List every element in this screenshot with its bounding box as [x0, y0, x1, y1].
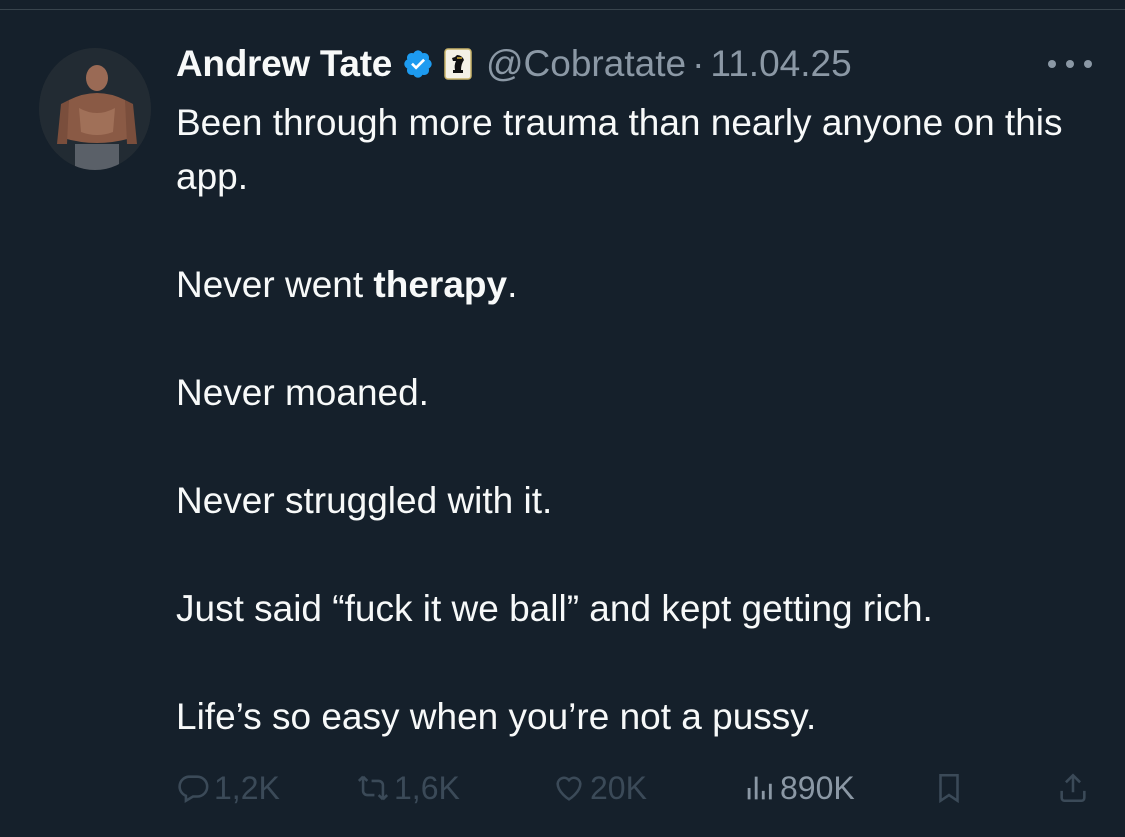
retweet-count: 1,6K	[394, 769, 460, 806]
tweet-line: Never went therapy.	[176, 264, 518, 305]
share-icon	[1056, 771, 1090, 805]
like-count: 20K	[590, 769, 647, 806]
avatar[interactable]	[39, 48, 151, 170]
tweet-line: Never moaned.	[176, 372, 429, 413]
views-button[interactable]: 890K	[742, 760, 855, 816]
tweet-timestamp[interactable]: 11.04.25	[710, 43, 851, 85]
tweet-header: Andrew Tate @Cobratate · 11.04.25	[176, 40, 852, 88]
retweet-button[interactable]: 1,6K	[356, 760, 460, 816]
tweet-line: Never struggled with it.	[176, 480, 553, 521]
avatar-image	[39, 48, 151, 170]
bookmark-icon	[932, 771, 966, 805]
tweet: Andrew Tate @Cobratate · 11.04.25 Been t…	[0, 0, 1125, 837]
like-button[interactable]: 20K	[552, 760, 647, 816]
tweet-line: Life’s so easy when you’re not a pussy.	[176, 696, 817, 737]
tweet-line: Just said “fuck it we ball” and kept get…	[176, 588, 933, 629]
views-chart-icon	[742, 771, 776, 805]
tweet-text: Been through more trauma than nearly any…	[176, 96, 1096, 744]
tweet-line: Been through more trauma than nearly any…	[176, 102, 1063, 197]
verified-badge-icon	[402, 48, 434, 80]
reply-icon	[176, 771, 210, 805]
more-options-icon[interactable]	[1044, 50, 1096, 78]
bold-text: therapy	[373, 264, 508, 305]
reply-count: 1,2K	[214, 769, 280, 806]
retweet-icon	[356, 771, 390, 805]
reply-button[interactable]: 1,2K	[176, 760, 280, 816]
header-separator: ·	[692, 43, 705, 84]
tweet-actions: 1,2K 1,6K 20K 890K	[176, 760, 1096, 816]
like-heart-icon	[552, 771, 586, 805]
view-count: 890K	[780, 769, 855, 806]
author-display-name[interactable]: Andrew Tate	[176, 43, 392, 85]
knight-affiliate-icon[interactable]	[444, 48, 472, 80]
share-button[interactable]	[1056, 760, 1094, 816]
bookmark-button[interactable]	[932, 760, 970, 816]
author-handle[interactable]: @Cobratate	[486, 43, 686, 85]
